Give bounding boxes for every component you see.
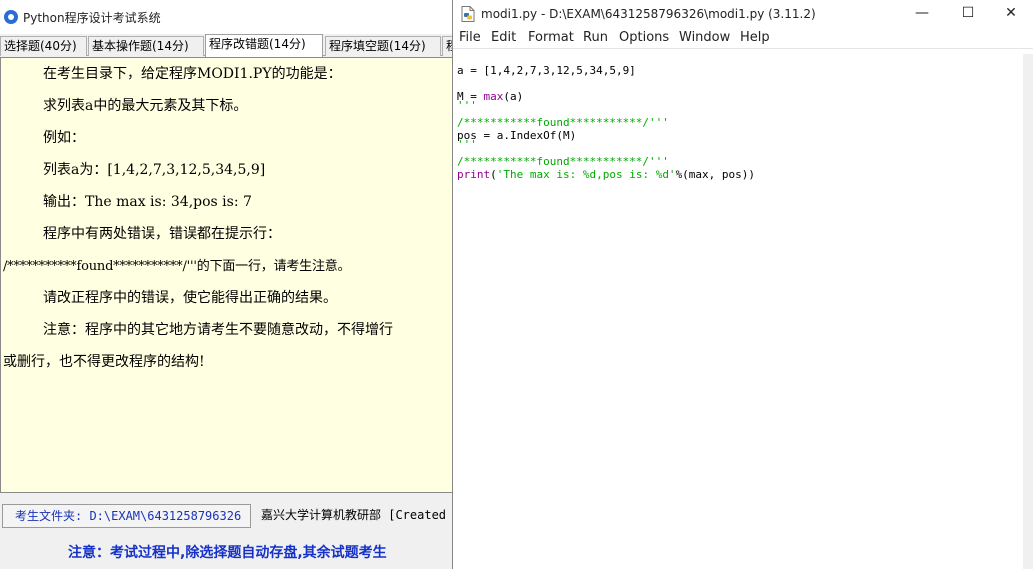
minimize-button[interactable]: — <box>899 0 945 28</box>
exam-window: Python程序设计考试系统 选择题(40分) 基本操作题(14分) 程序改错题… <box>0 0 453 569</box>
question-line: 注意：程序中的其它地方请考生不要随意改动，不得增行 <box>43 322 393 338</box>
exam-titlebar: Python程序设计考试系统 <box>0 0 453 34</box>
menu-window[interactable]: Window <box>679 30 730 45</box>
menu-options[interactable]: Options <box>619 30 669 45</box>
string-token: 'The max is: %d,pos is: %d' <box>496 168 676 181</box>
builtin-token: print <box>457 168 491 181</box>
code-text: (a) <box>503 90 524 103</box>
idle-window-title: modi1.py - D:\EXAM\6431258796326\modi1.p… <box>481 7 816 21</box>
notice-text: 注意：考试过程中,除选择题自动存盘,其余试题考生 <box>68 545 387 561</box>
notice-bar: 注意：考试过程中,除选择题自动存盘,其余试题考生 <box>0 536 453 569</box>
tab-multiple-choice[interactable]: 选择题(40分) <box>0 36 87 56</box>
tab-program-correction[interactable]: 程序改错题(14分) <box>205 34 323 57</box>
close-button[interactable]: ✕ <box>988 0 1033 28</box>
idle-menubar: File Edit Format Run Options Window Help <box>453 28 1033 49</box>
question-line: 或删行，也不得更改程序的结构! <box>3 354 205 370</box>
menu-help[interactable]: Help <box>740 30 770 45</box>
question-line: 请改正程序中的错误，使它能得出正确的结果。 <box>43 290 337 306</box>
menu-run[interactable]: Run <box>583 30 608 45</box>
menu-edit[interactable]: Edit <box>491 30 516 45</box>
question-line: 程序中有两处错误，错误都在提示行： <box>43 226 281 242</box>
question-line: 在考生目录下，给定程序MODI1.PY的功能是： <box>43 66 342 82</box>
credit-text: 嘉兴大学计算机教研部 [Created <box>261 508 447 522</box>
question-line: 列表a为：[1,4,2,7,3,12,5,34,5,9] <box>43 162 266 178</box>
exam-tab-strip: 选择题(40分) 基本操作题(14分) 程序改错题(14分) 程序填空题(14分… <box>0 34 453 57</box>
exam-window-title: Python程序设计考试系统 <box>23 11 161 25</box>
editor-scrollbar[interactable] <box>1023 54 1033 569</box>
exam-status-row: 考生文件夹: D:\EXAM\6431258796326 嘉兴大学计算机教研部 … <box>0 503 453 529</box>
code-line: print('The max is: %d,pos is: %d'%(max, … <box>457 168 755 181</box>
code-line: /***********found***********/''' <box>457 116 669 129</box>
code-line: ''' <box>457 99 477 112</box>
code-line: a = [1,4,2,7,3,12,5,34,5,9] <box>457 64 636 77</box>
code-line: /***********found***********/''' <box>457 155 669 168</box>
menu-format[interactable]: Format <box>528 30 574 45</box>
tab-program-fill-in[interactable]: 程序填空题(14分) <box>325 36 441 56</box>
code-text: %(max, pos)) <box>675 168 756 181</box>
question-line: 例如： <box>43 130 85 146</box>
idle-editor-window: modi1.py - D:\EXAM\6431258796326\modi1.p… <box>452 0 1033 569</box>
code-line: ''' <box>457 138 477 151</box>
question-line: /***********found***********/'''的下面一行，请考… <box>3 259 351 274</box>
menu-file[interactable]: File <box>459 30 481 45</box>
tab-basic-operation[interactable]: 基本操作题(14分) <box>88 36 204 56</box>
python-file-icon <box>461 6 475 22</box>
exam-folder-button[interactable]: 考生文件夹: D:\EXAM\6431258796326 <box>2 504 251 528</box>
builtin-token: max <box>483 90 504 103</box>
question-text-panel: 在考生目录下，给定程序MODI1.PY的功能是： 求列表a中的最大元素及其下标。… <box>0 57 453 493</box>
idle-titlebar: modi1.py - D:\EXAM\6431258796326\modi1.p… <box>453 0 1033 28</box>
question-line: 输出：The max is: 34,pos is: 7 <box>43 194 252 210</box>
maximize-button[interactable]: ☐ <box>945 0 991 28</box>
code-editor[interactable]: a = [1,4,2,7,3,12,5,34,5,9] M = max(a) '… <box>457 54 1023 569</box>
question-line: 求列表a中的最大元素及其下标。 <box>43 98 248 114</box>
code-text: ( <box>490 168 497 181</box>
app-logo-icon <box>4 10 18 24</box>
